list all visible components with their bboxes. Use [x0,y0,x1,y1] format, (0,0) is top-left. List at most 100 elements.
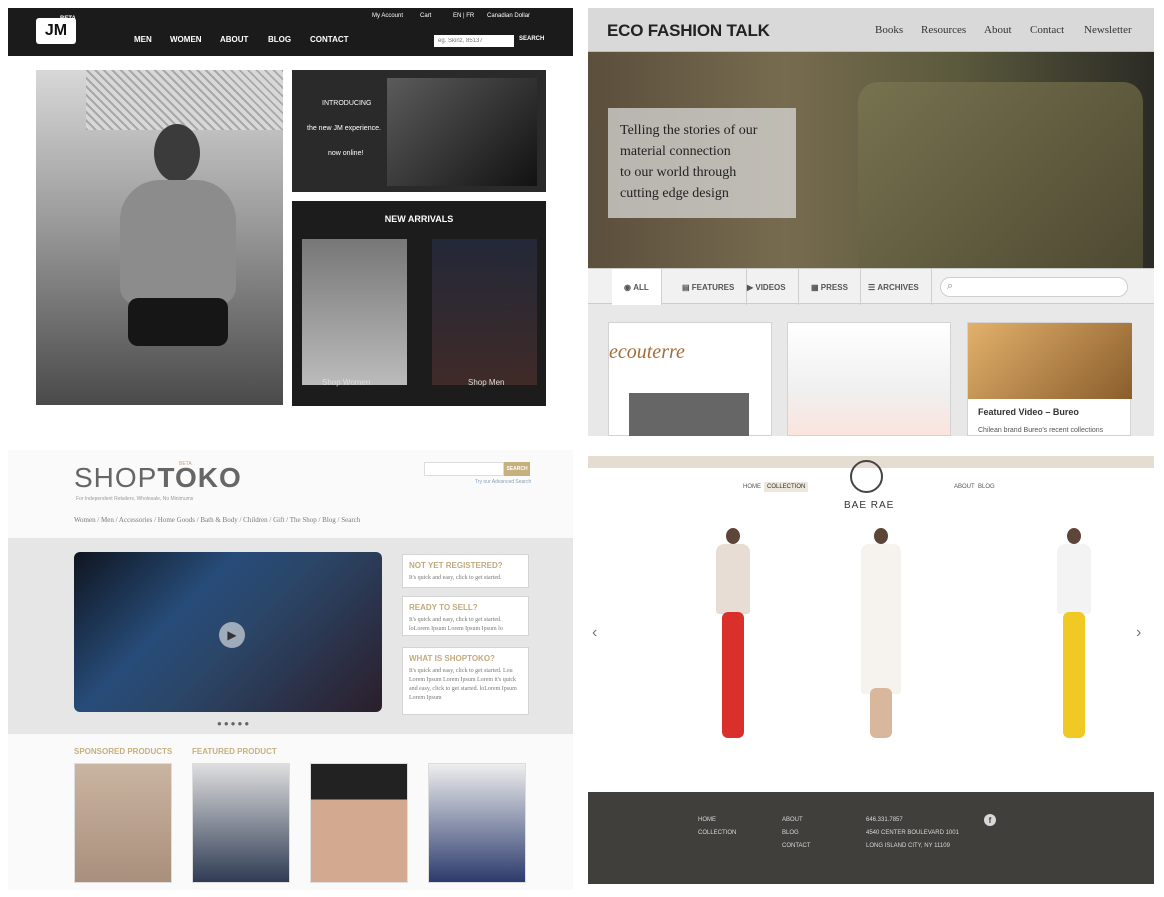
language-switch[interactable]: EN | FR [453,13,474,19]
logo-toko: TOKO [157,462,242,493]
tab-label: FEATURES [691,282,735,292]
model-red-pants[interactable] [704,528,762,744]
jm-logo-text: JM [44,22,68,39]
model-head [154,124,200,182]
tab-label: ALL [633,282,649,292]
tab-archives[interactable]: ☰ ARCHIVES [856,269,932,305]
nav-men[interactable]: MEN [134,35,152,44]
footer-link[interactable]: ABOUT [782,814,811,827]
advanced-search-link[interactable]: Try our Advanced Search [475,479,531,485]
register-box[interactable]: NOT YET REGISTERED? It's quick and easy,… [402,554,529,588]
model-head [726,528,740,544]
nav-about[interactable]: ABOUT [954,484,975,490]
model-white-dress[interactable] [852,528,910,744]
product-tile[interactable] [310,763,408,883]
intro-title: INTRODUCING [322,100,372,107]
carousel-left-arrow[interactable]: ‹ [592,624,597,642]
carousel-dots[interactable]: ●●●●● [217,719,251,728]
nav-newsletter[interactable]: Newsletter [1084,24,1132,36]
box-text: It's quick and easy, click to get starte… [409,575,502,581]
nav-blog[interactable]: BLOG [268,35,291,44]
search-input[interactable] [424,462,504,476]
eco-site-title[interactable]: ECO FASHION TALK [607,21,770,41]
search-button[interactable]: SEARCH [519,36,544,42]
hero-line: material connection [620,144,731,159]
intro-line: now online! [328,150,364,157]
article-card[interactable]: ecouterre [608,322,772,436]
model-yellow-leggings[interactable] [1045,528,1103,744]
my-account-link[interactable]: My Account [372,13,403,19]
jm-site-screenshot: JM BETA My Account Cart EN | FR Canadian… [8,8,573,410]
card-title: Featured Video – Bureo [978,407,1079,417]
features-icon: ▤ [682,282,692,292]
logo-shop: SHOP [74,462,158,493]
tab-videos[interactable]: ▶ VIDEOS [735,269,799,305]
nav-contact[interactable]: CONTACT [310,35,349,44]
model-legs [870,688,892,738]
archive-icon: ☰ [868,282,878,292]
search-input[interactable]: ⌕ [940,277,1128,297]
search-button[interactable]: SEARCH [504,462,530,476]
nav-women[interactable]: WOMEN [170,35,202,44]
footer-link[interactable]: COLLECTION [698,827,736,840]
eco-hero-image: Telling the stories of our material conn… [588,52,1154,268]
sell-box[interactable]: READY TO SELL? It's quick and easy, clic… [402,596,529,636]
hero-caption-box: Telling the stories of our material conn… [608,108,796,218]
box-title: NOT YET REGISTERED? [409,561,503,570]
video-player[interactable]: ▶ [74,552,382,712]
box-text: It's quick and easy, click to get starte… [409,668,517,701]
nav-resources[interactable]: Resources [921,24,966,36]
footer-link[interactable]: BLOG [782,827,811,840]
product-tile[interactable] [428,763,526,883]
sponsored-products-heading: SPONSORED PRODUCTS [74,747,173,756]
nav-books[interactable]: Books [875,24,903,36]
product-tile[interactable] [192,763,290,883]
search-icon: ⌕ [947,280,954,292]
box-text: It's quick and easy, click to get starte… [409,617,503,632]
intro-line: the new JM experience. [307,125,381,132]
footer-col2: ABOUT BLOG CONTACT [782,814,811,853]
featured-video-card[interactable]: Featured Video – Bureo Chilean brand Bur… [967,322,1132,436]
facebook-icon[interactable]: f [984,814,996,826]
shop-men-link[interactable]: Shop Men [468,378,504,387]
featured-video-image [968,323,1132,399]
nav-contact[interactable]: Contact [1030,24,1064,36]
footer-col1: HOME COLLECTION [698,814,736,840]
intro-photo [387,78,537,186]
nav-about[interactable]: ABOUT [220,35,248,44]
currency-select[interactable]: Canadian Dollar [487,13,530,19]
cart-link[interactable]: Cart [420,13,431,19]
tab-label: VIDEOS [755,282,786,292]
play-icon[interactable]: ▶ [219,622,245,648]
carousel-right-arrow[interactable]: › [1136,624,1141,642]
bae-rae-logo-icon[interactable] [850,460,883,493]
women-photo[interactable] [302,239,407,385]
search-input[interactable] [434,35,514,47]
video-icon: ▶ [747,282,756,292]
tab-all[interactable]: ◉ ALL [612,269,662,305]
model-head [874,528,888,544]
nav-blog[interactable]: BLOG [978,484,995,490]
filter-tabs: ◉ ALL ▤ FEATURES ▶ VIDEOS ▦ PRESS ☰ ARCH… [588,268,1154,305]
intro-banner[interactable]: INTRODUCING the new JM experience. now o… [292,70,546,192]
nav-home[interactable]: HOME [743,484,761,490]
beta-label: BETA [179,461,192,467]
ecouterre-logo: ecouterre [609,341,685,363]
model-head [1067,528,1081,544]
shop-women-link[interactable]: Shop Women [322,378,370,387]
article-card[interactable] [787,322,951,436]
tab-press[interactable]: ▦ PRESS [799,269,861,305]
nav-about[interactable]: About [984,24,1012,36]
shoptoko-logo[interactable]: SHOPTOKO [74,462,242,494]
nav-collection[interactable]: COLLECTION [764,482,809,492]
tagline: For Independent Retailers, Wholesale, No… [76,496,194,502]
hero-line: cutting edge design [620,186,729,201]
city: LONG ISLAND CITY, NY 11109 [866,843,950,849]
brand-name[interactable]: BAE RAE [844,500,894,511]
men-photo[interactable] [432,239,537,385]
category-nav[interactable]: Women / Men / Accessories / Home Goods /… [74,516,360,524]
about-box[interactable]: WHAT IS SHOPTOKO? It's quick and easy, c… [402,647,529,715]
footer-link[interactable]: HOME [698,814,736,827]
footer-link[interactable]: CONTACT [782,840,811,853]
product-tile[interactable] [74,763,172,883]
